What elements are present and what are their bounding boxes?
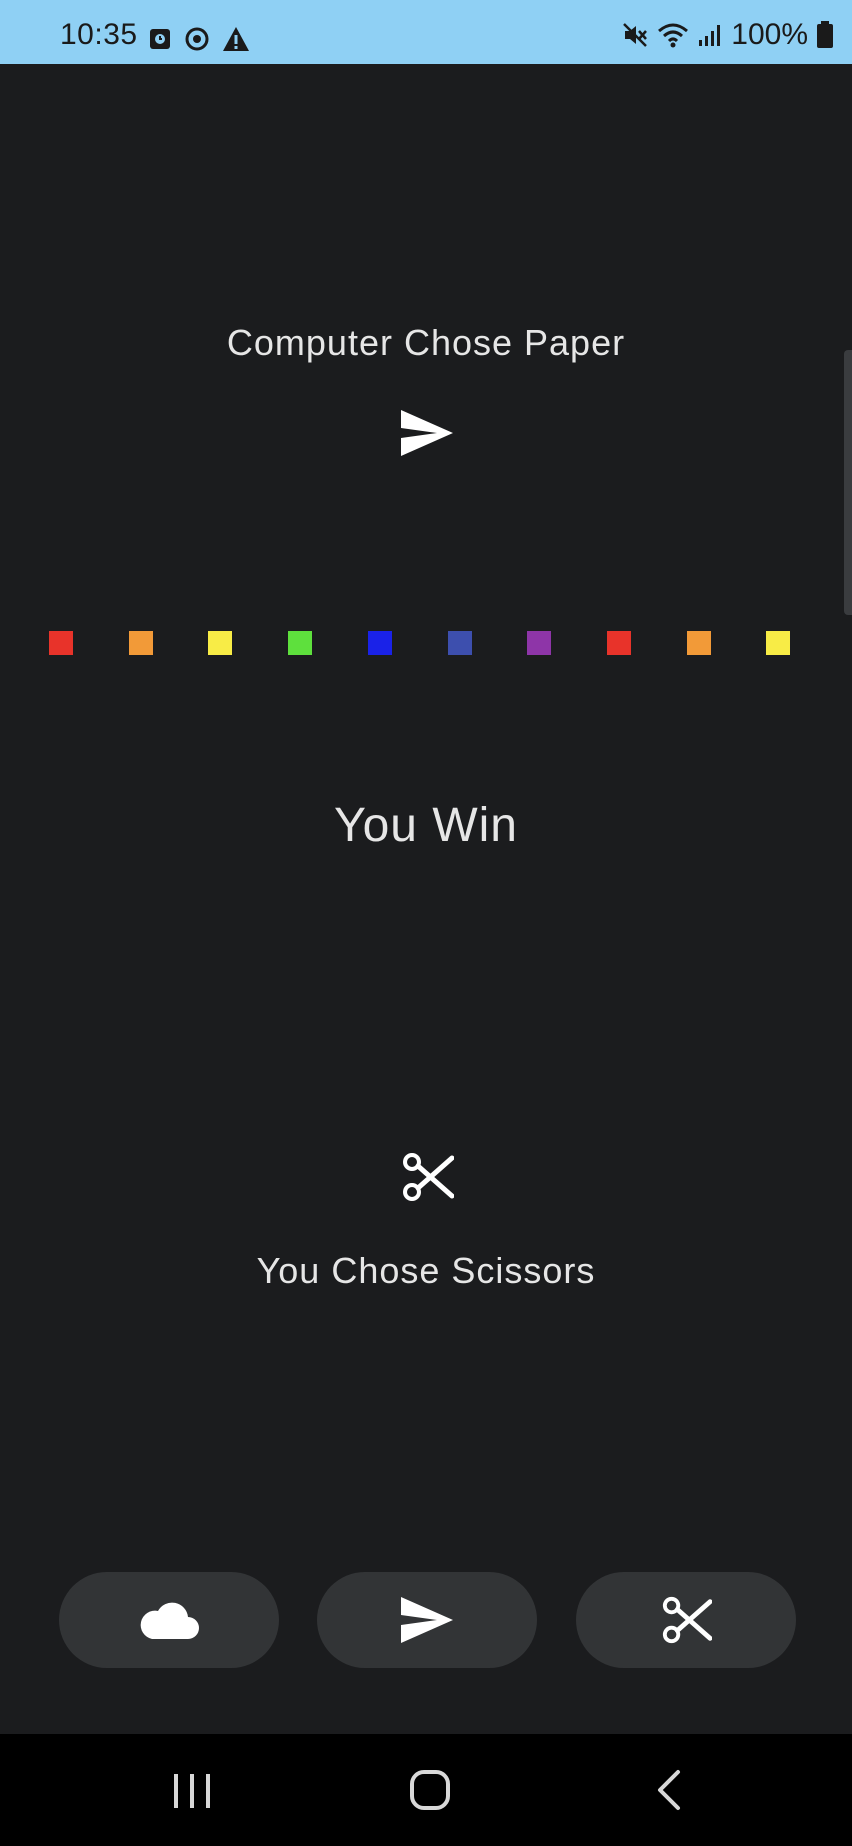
computer-choice-label: Computer Chose Paper: [226, 322, 626, 363]
confetti-square: [129, 631, 153, 655]
sync-icon: [185, 27, 209, 51]
confetti-square: [288, 631, 312, 655]
confetti-square: [766, 631, 790, 655]
scroll-indicator[interactable]: [844, 350, 852, 615]
signal-icon: [699, 25, 721, 46]
result-text: You Win: [334, 799, 518, 852]
paper-button[interactable]: [317, 1572, 537, 1668]
status-bar: 10:35 100%: [0, 0, 852, 64]
scissors-icon: [662, 1596, 712, 1644]
nav-bar: [0, 1734, 852, 1846]
confetti-square: [687, 631, 711, 655]
warning-icon: [223, 27, 249, 51]
status-left-icons: [148, 26, 250, 52]
paper-plane-icon: [401, 410, 453, 456]
app-screen: 10:35 100% Computer Chose Paper You Win …: [0, 0, 852, 1846]
battery-icon: [817, 21, 833, 48]
home-icon[interactable]: [400, 1762, 460, 1818]
cloud-icon: [140, 1602, 199, 1639]
confetti-square: [208, 631, 232, 655]
player-choice-label: You Chose Scissors: [256, 1250, 596, 1291]
confetti-square: [448, 631, 472, 655]
recent-apps-icon[interactable]: [162, 1762, 222, 1818]
battery-percent: 100%: [731, 18, 808, 51]
confetti-square: [607, 631, 631, 655]
confetti-square: [368, 631, 392, 655]
status-time: 10:35: [60, 18, 138, 51]
confetti-square: [527, 631, 551, 655]
mute-icon: [623, 23, 648, 47]
status-right: 100%: [621, 20, 834, 50]
back-icon[interactable]: [640, 1762, 700, 1818]
scissors-button[interactable]: [576, 1572, 796, 1668]
rock-button[interactable]: [59, 1572, 279, 1668]
wifi-icon: [658, 23, 689, 48]
alarm-icon: [150, 29, 170, 49]
confetti-square: [49, 631, 73, 655]
paper-plane-icon: [401, 1597, 453, 1643]
scissors-icon: [403, 1153, 454, 1201]
